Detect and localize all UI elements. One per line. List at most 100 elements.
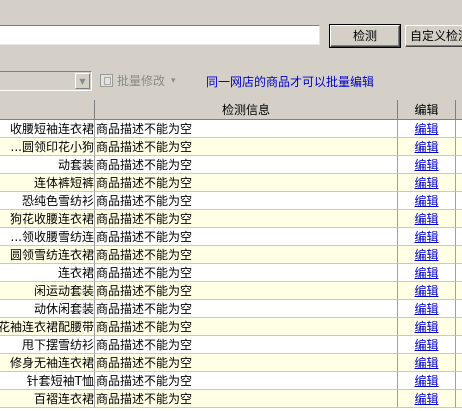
table-row[interactable]: 领收腰雪纺连... 商品描述不能为空 编辑 xyxy=(0,228,462,246)
filler-cell xyxy=(456,156,462,174)
product-name-cell: 动套装 xyxy=(0,156,95,174)
edit-link[interactable]: 编辑 xyxy=(414,302,438,316)
column-header-name[interactable] xyxy=(0,100,95,120)
edit-link[interactable]: 编辑 xyxy=(414,374,438,388)
check-info-cell: 商品描述不能为空 xyxy=(95,282,398,300)
edit-link[interactable]: 编辑 xyxy=(414,266,438,280)
filler-cell xyxy=(456,192,462,210)
product-name-cell: 动休闲套装 xyxy=(0,300,95,318)
batch-edit-notice: 同一网店的商品才可以批量编辑 xyxy=(206,75,375,89)
edit-cell: 编辑 xyxy=(398,228,456,246)
edit-link[interactable]: 编辑 xyxy=(414,320,438,334)
chevron-down-icon[interactable]: ▼ xyxy=(75,73,90,89)
check-button[interactable]: 检测 xyxy=(329,24,401,48)
table-row[interactable]: 针套短袖T恤 商品描述不能为空 编辑 xyxy=(0,372,462,390)
table-row[interactable]: 甩下摆雪纺衫 商品描述不能为空 编辑 xyxy=(0,336,462,354)
filler-cell xyxy=(456,138,462,156)
check-info-cell: 商品描述不能为空 xyxy=(95,318,398,336)
filler-cell xyxy=(456,318,462,336)
caret-down-icon: ▾ xyxy=(171,76,176,86)
batch-edit-button[interactable]: 批量修改 ▾ xyxy=(100,70,186,92)
check-results-grid: 检测信息 编辑 收腰短袖连衣裙 商品描述不能为空 编辑 圆领印花小狗... 商品描述不能… xyxy=(0,100,462,411)
product-name-cell: 连衣裙 xyxy=(0,264,95,282)
edit-cell: 编辑 xyxy=(398,282,456,300)
table-row[interactable]: 连体裤短裤 商品描述不能为空 编辑 xyxy=(0,174,462,192)
edit-cell: 编辑 xyxy=(398,156,456,174)
filler-cell xyxy=(456,210,462,228)
column-header-filler xyxy=(456,100,462,120)
table-row[interactable]: 狗花收腰连衣裙 商品描述不能为空 编辑 xyxy=(0,210,462,228)
edit-link[interactable]: 编辑 xyxy=(414,230,438,244)
edit-cell: 编辑 xyxy=(398,264,456,282)
product-name-cell: 圆领雪纺连衣裙 xyxy=(0,246,95,264)
edit-link[interactable]: 编辑 xyxy=(414,158,438,172)
product-name-cell: 连体裤短裤 xyxy=(0,174,95,192)
column-header-check-info[interactable]: 检测信息 xyxy=(95,100,398,120)
grid-header: 检测信息 编辑 xyxy=(0,100,462,120)
filler-cell xyxy=(456,282,462,300)
filler-cell xyxy=(456,390,462,408)
edit-link[interactable]: 编辑 xyxy=(414,140,438,154)
check-info-cell: 商品描述不能为空 xyxy=(95,174,398,192)
edit-cell: 编辑 xyxy=(398,120,456,138)
edit-cell: 编辑 xyxy=(398,318,456,336)
table-row[interactable]: 圆领雪纺连衣裙 商品描述不能为空 编辑 xyxy=(0,246,462,264)
table-row[interactable]: 动休闲套装 商品描述不能为空 编辑 xyxy=(0,300,462,318)
table-row[interactable]: 动套装 商品描述不能为空 编辑 xyxy=(0,156,462,174)
filler-cell xyxy=(456,372,462,390)
product-name-cell: 花袖连衣裙配腰带 xyxy=(0,318,95,336)
filler-cell xyxy=(456,300,462,318)
filler-cell xyxy=(456,264,462,282)
table-row[interactable]: 收腰短袖连衣裙 商品描述不能为空 编辑 xyxy=(0,120,462,138)
edit-link[interactable]: 编辑 xyxy=(414,392,438,406)
product-name-cell: 圆领印花小狗... xyxy=(0,138,95,156)
filler-cell xyxy=(456,246,462,264)
edit-link[interactable]: 编辑 xyxy=(414,176,438,190)
table-row[interactable]: 连衣裙 商品描述不能为空 编辑 xyxy=(0,264,462,282)
check-info-cell: 商品描述不能为空 xyxy=(95,390,398,408)
table-row[interactable]: 百褶连衣裙 商品描述不能为空 编辑 xyxy=(0,390,462,408)
edit-cell: 编辑 xyxy=(398,372,456,390)
check-info-cell: 商品描述不能为空 xyxy=(95,336,398,354)
check-info-cell: 商品描述不能为空 xyxy=(95,246,398,264)
edit-cell: 编辑 xyxy=(398,246,456,264)
product-name-cell: 闲运动套装 xyxy=(0,282,95,300)
check-info-cell: 商品描述不能为空 xyxy=(95,264,398,282)
filler-cell xyxy=(456,228,462,246)
product-name-cell: 恐纯色雪纺衫 xyxy=(0,192,95,210)
custom-check-button[interactable]: 自定义检测 xyxy=(405,25,462,47)
edit-cell: 编辑 xyxy=(398,210,456,228)
product-name-cell: 收腰短袖连衣裙 xyxy=(0,120,95,138)
check-info-cell: 商品描述不能为空 xyxy=(95,138,398,156)
edit-link[interactable]: 编辑 xyxy=(414,212,438,226)
check-info-cell: 商品描述不能为空 xyxy=(95,156,398,174)
table-row[interactable]: 恐纯色雪纺衫 商品描述不能为空 编辑 xyxy=(0,192,462,210)
product-name-cell: 狗花收腰连衣裙 xyxy=(0,210,95,228)
column-header-edit[interactable]: 编辑 xyxy=(398,100,456,120)
filter-select[interactable]: ▼ xyxy=(0,71,92,91)
edit-cell: 编辑 xyxy=(398,336,456,354)
edit-link[interactable]: 编辑 xyxy=(414,248,438,262)
product-name-cell: 百褶连衣裙 xyxy=(0,390,95,408)
check-info-cell: 商品描述不能为空 xyxy=(95,210,398,228)
product-name-cell: 修身无袖连衣裙 xyxy=(0,354,95,372)
product-search-input[interactable] xyxy=(0,25,320,45)
edit-link[interactable]: 编辑 xyxy=(414,356,438,370)
table-row[interactable]: 花袖连衣裙配腰带 商品描述不能为空 编辑 xyxy=(0,318,462,336)
filler-cell xyxy=(456,336,462,354)
edit-cell: 编辑 xyxy=(398,300,456,318)
check-info-cell: 商品描述不能为空 xyxy=(95,228,398,246)
edit-cell: 编辑 xyxy=(398,138,456,156)
table-row[interactable]: 闲运动套装 商品描述不能为空 编辑 xyxy=(0,282,462,300)
edit-link[interactable]: 编辑 xyxy=(414,284,438,298)
edit-link[interactable]: 编辑 xyxy=(414,194,438,208)
table-row[interactable]: 圆领印花小狗... 商品描述不能为空 编辑 xyxy=(0,138,462,156)
edit-link[interactable]: 编辑 xyxy=(414,338,438,352)
table-row[interactable]: 修身无袖连衣裙 商品描述不能为空 编辑 xyxy=(0,354,462,372)
check-info-cell: 商品描述不能为空 xyxy=(95,300,398,318)
check-info-cell: 商品描述不能为空 xyxy=(95,120,398,138)
batch-edit-label: 批量修改 xyxy=(117,74,166,88)
filler-cell xyxy=(456,354,462,372)
edit-link[interactable]: 编辑 xyxy=(414,122,438,136)
edit-cell: 编辑 xyxy=(398,390,456,408)
